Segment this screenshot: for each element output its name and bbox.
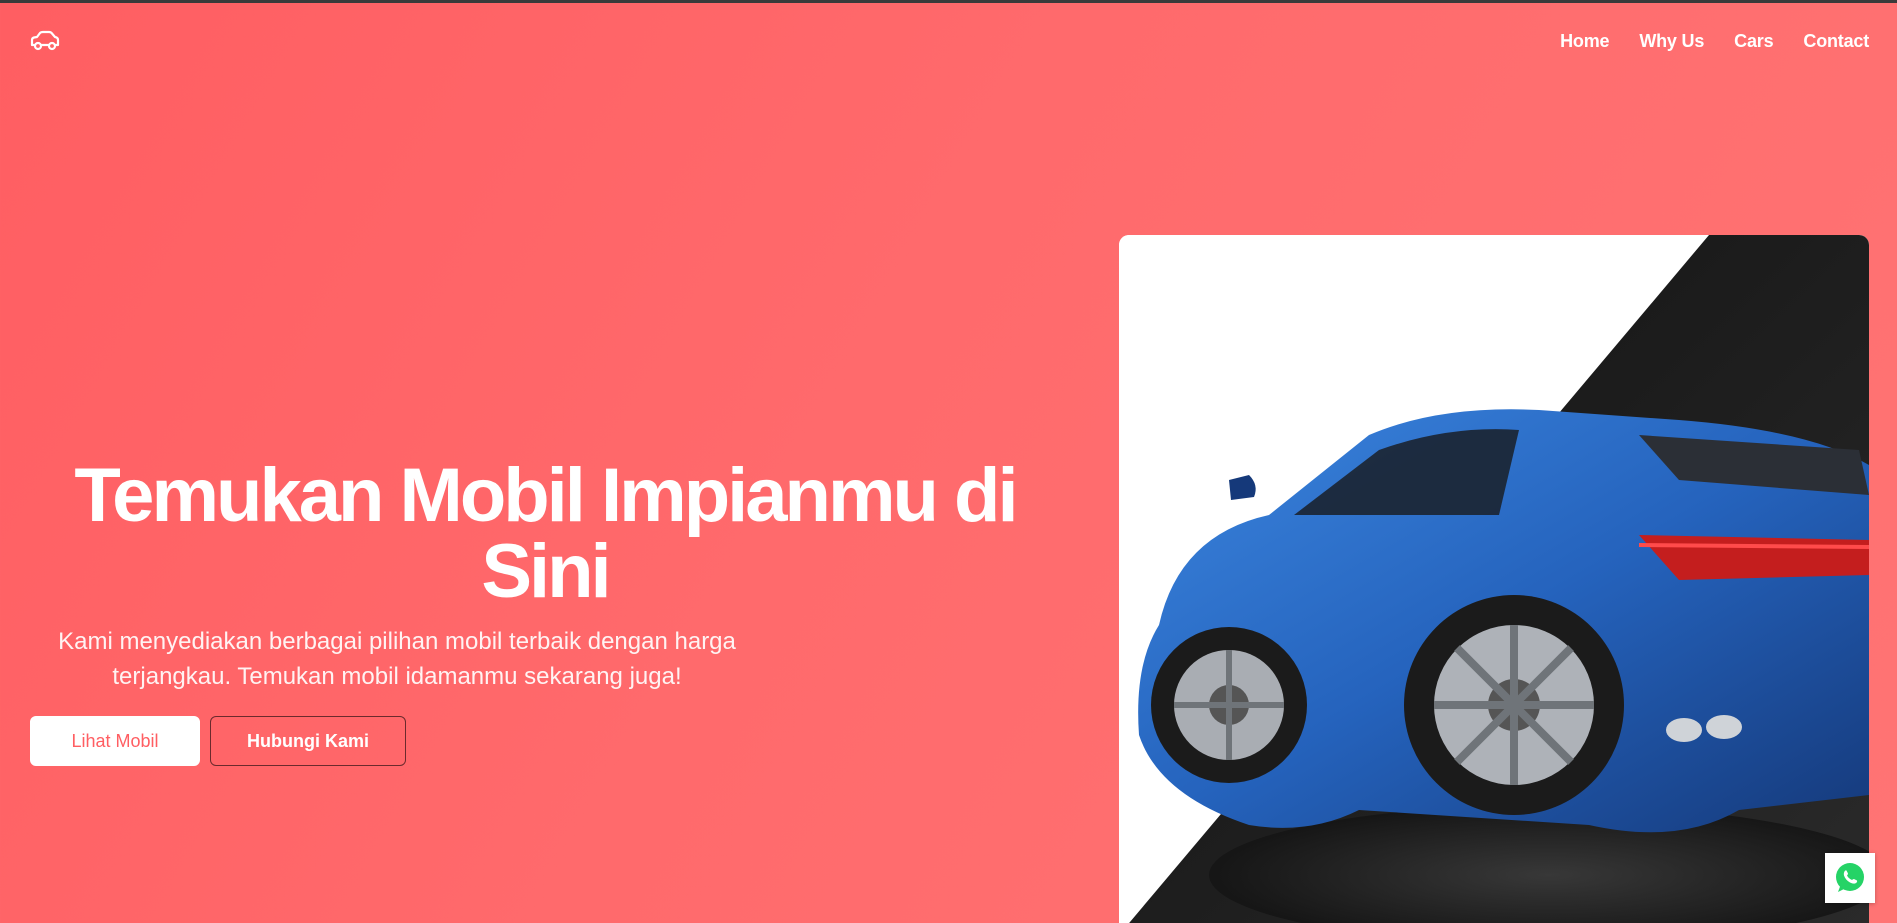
view-cars-button[interactable]: Lihat Mobil	[30, 716, 200, 766]
whatsapp-button[interactable]	[1825, 853, 1875, 903]
nav-cars-link[interactable]: Cars	[1734, 31, 1773, 52]
nav-why-us-link[interactable]: Why Us	[1639, 31, 1704, 52]
nav-contact-link[interactable]: Contact	[1803, 31, 1869, 52]
hero-title: Temukan Mobil Impianmu di Sini	[74, 453, 1018, 614]
car-logo-icon[interactable]	[30, 29, 60, 53]
sports-car-image	[1119, 235, 1869, 923]
hero-subtitle: Kami menyediakan berbagai pilihan mobil …	[58, 628, 736, 690]
nav-links: Home Why Us Cars Contact	[1560, 31, 1869, 52]
contact-us-button[interactable]: Hubungi Kami	[210, 716, 406, 766]
nav-home-link[interactable]: Home	[1560, 31, 1609, 52]
hero-buttons: Lihat Mobil Hubungi Kami	[30, 716, 1060, 766]
whatsapp-icon	[1836, 863, 1864, 892]
hero-car-image	[1119, 235, 1869, 923]
navbar: Home Why Us Cars Contact	[0, 3, 1897, 79]
hero-section: Temukan Mobil Impianmu di Sini Kami meny…	[30, 458, 1060, 766]
